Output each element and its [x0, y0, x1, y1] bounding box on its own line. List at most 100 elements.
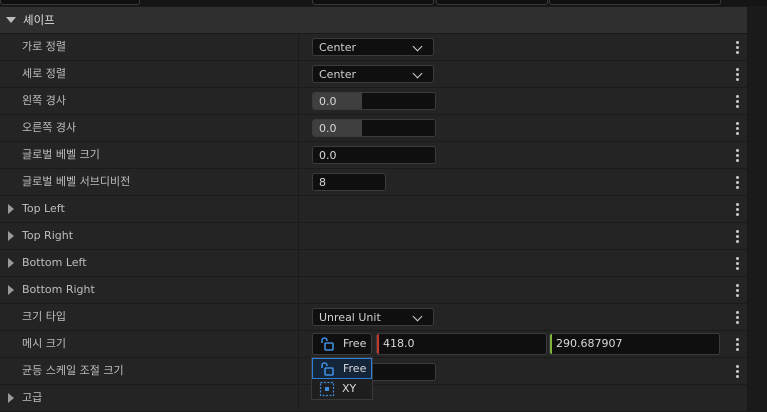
horizontal-alignment-combo[interactable]: Center [312, 38, 434, 56]
vertical-alignment-combo[interactable]: Center [312, 65, 434, 83]
property-row-bottom-right[interactable]: Bottom Right [0, 277, 747, 304]
unlock-icon [321, 337, 334, 351]
column-divider[interactable] [298, 34, 299, 60]
column-divider[interactable] [298, 385, 299, 411]
chevron-down-icon [412, 41, 423, 52]
scrollbar-track[interactable] [747, 7, 767, 406]
property-row-top-left[interactable]: Top Left [0, 196, 747, 223]
property-row-vertical-alignment: 세로 정렬 Center [0, 61, 747, 88]
column-divider[interactable] [298, 304, 299, 330]
option-label: Free [343, 362, 367, 375]
column-divider[interactable] [298, 169, 299, 195]
section-header-shape[interactable]: 셰이프 [0, 7, 747, 33]
y-axis-stripe [550, 334, 552, 354]
property-row-size-type: 크기 타입 Unreal Unit [0, 304, 747, 331]
more-options-icon[interactable] [731, 282, 743, 298]
chevron-down-icon [412, 311, 423, 322]
unlock-icon [321, 362, 334, 376]
slider-value: 0.0 [319, 95, 337, 108]
chevron-down-icon [412, 68, 423, 79]
more-options-icon[interactable] [731, 201, 743, 217]
mesh-size-y-input[interactable]: 290.687907 [549, 333, 720, 355]
more-options-icon[interactable] [731, 147, 743, 163]
column-divider[interactable] [298, 223, 299, 249]
expand-arrow-icon[interactable] [8, 204, 14, 214]
property-label: 왼쪽 경사 [22, 94, 66, 107]
combo-value: Center [319, 41, 357, 54]
property-label: 세로 정렬 [22, 67, 66, 80]
global-bevel-subdivision-input[interactable]: 8 [312, 173, 386, 191]
input-value: 0.0 [319, 149, 337, 162]
more-options-icon[interactable] [731, 228, 743, 244]
property-row-horizontal-alignment: 가로 정렬 Center [0, 34, 747, 61]
right-slope-slider[interactable]: 0.0 [312, 119, 436, 137]
left-slope-slider[interactable]: 0.0 [312, 92, 436, 110]
property-row-global-bevel-size: 글로벌 베벨 크기 0.0 [0, 142, 747, 169]
expand-arrow-icon[interactable] [8, 231, 14, 241]
more-options-icon[interactable] [731, 93, 743, 109]
property-label: 크기 타입 [22, 310, 66, 323]
previous-field [436, 0, 548, 5]
slider-value: 0.0 [319, 122, 337, 135]
column-divider[interactable] [298, 277, 299, 303]
property-label: Top Left [22, 202, 65, 215]
property-label: 균등 스케일 조절 크기 [22, 364, 124, 377]
lock-mode-dropdown: Free XY [311, 357, 373, 400]
property-label: 글로벌 베벨 크기 [22, 148, 100, 161]
dropdown-option-free[interactable]: Free [312, 358, 372, 379]
ratio-lock-button[interactable]: Free [312, 333, 372, 355]
property-row-bottom-left[interactable]: Bottom Left [0, 250, 747, 277]
property-label: Bottom Right [22, 283, 95, 296]
column-divider[interactable] [298, 142, 299, 168]
property-label: Top Right [22, 229, 74, 242]
y-value: 290.687907 [556, 337, 623, 350]
column-divider[interactable] [298, 88, 299, 114]
mesh-size-x-input[interactable]: 418.0 [376, 333, 547, 355]
property-label: 가로 정렬 [22, 40, 66, 53]
expand-arrow-icon[interactable] [8, 393, 14, 403]
property-row-uniform-scale-size: 균등 스케일 조절 크기 [0, 358, 747, 385]
column-divider[interactable] [298, 331, 299, 357]
column-divider[interactable] [298, 358, 299, 384]
more-options-icon[interactable] [731, 120, 743, 136]
property-row-left-slope: 왼쪽 경사 0.0 [0, 88, 747, 115]
input-value: 8 [319, 176, 326, 189]
column-divider[interactable] [298, 196, 299, 222]
column-divider[interactable] [298, 115, 299, 141]
property-row-top-right[interactable]: Top Right [0, 223, 747, 250]
property-label: 오른쪽 경사 [22, 121, 77, 134]
property-row-global-bevel-subdivision: 글로벌 베벨 서브디비전 8 [0, 169, 747, 196]
top-strip [0, 0, 767, 6]
size-type-combo[interactable]: Unreal Unit [312, 308, 434, 326]
more-options-icon[interactable] [731, 309, 743, 325]
combo-value: Center [319, 68, 357, 81]
expand-arrow-icon[interactable] [8, 258, 14, 268]
property-row-right-slope: 오른쪽 경사 0.0 [0, 115, 747, 142]
x-axis-stripe [377, 334, 379, 354]
x-value: 418.0 [383, 337, 415, 350]
xy-ratio-icon [319, 381, 335, 397]
column-divider[interactable] [298, 61, 299, 87]
previous-field [312, 0, 434, 5]
property-label: 고급 [22, 391, 43, 404]
more-options-icon[interactable] [731, 363, 743, 379]
collapse-triangle-icon[interactable] [6, 17, 16, 23]
more-options-icon[interactable] [731, 174, 743, 190]
global-bevel-size-input[interactable]: 0.0 [312, 146, 436, 164]
more-options-icon[interactable] [731, 66, 743, 82]
property-label: Bottom Left [22, 256, 87, 269]
option-label: XY [342, 382, 357, 395]
property-row-advanced[interactable]: 고급 [0, 385, 747, 412]
previous-field [0, 0, 140, 5]
more-options-icon[interactable] [731, 255, 743, 271]
expand-arrow-icon[interactable] [8, 285, 14, 295]
property-label: 메시 크기 [22, 337, 66, 350]
dropdown-option-xy[interactable]: XY [312, 379, 372, 400]
more-options-icon[interactable] [731, 39, 743, 55]
combo-value: Unreal Unit [319, 311, 381, 324]
property-label: 글로벌 베벨 서브디비전 [22, 175, 131, 188]
more-options-icon[interactable] [731, 336, 743, 352]
column-divider[interactable] [298, 250, 299, 276]
lock-mode-label: Free [343, 337, 367, 350]
previous-field [549, 0, 721, 5]
